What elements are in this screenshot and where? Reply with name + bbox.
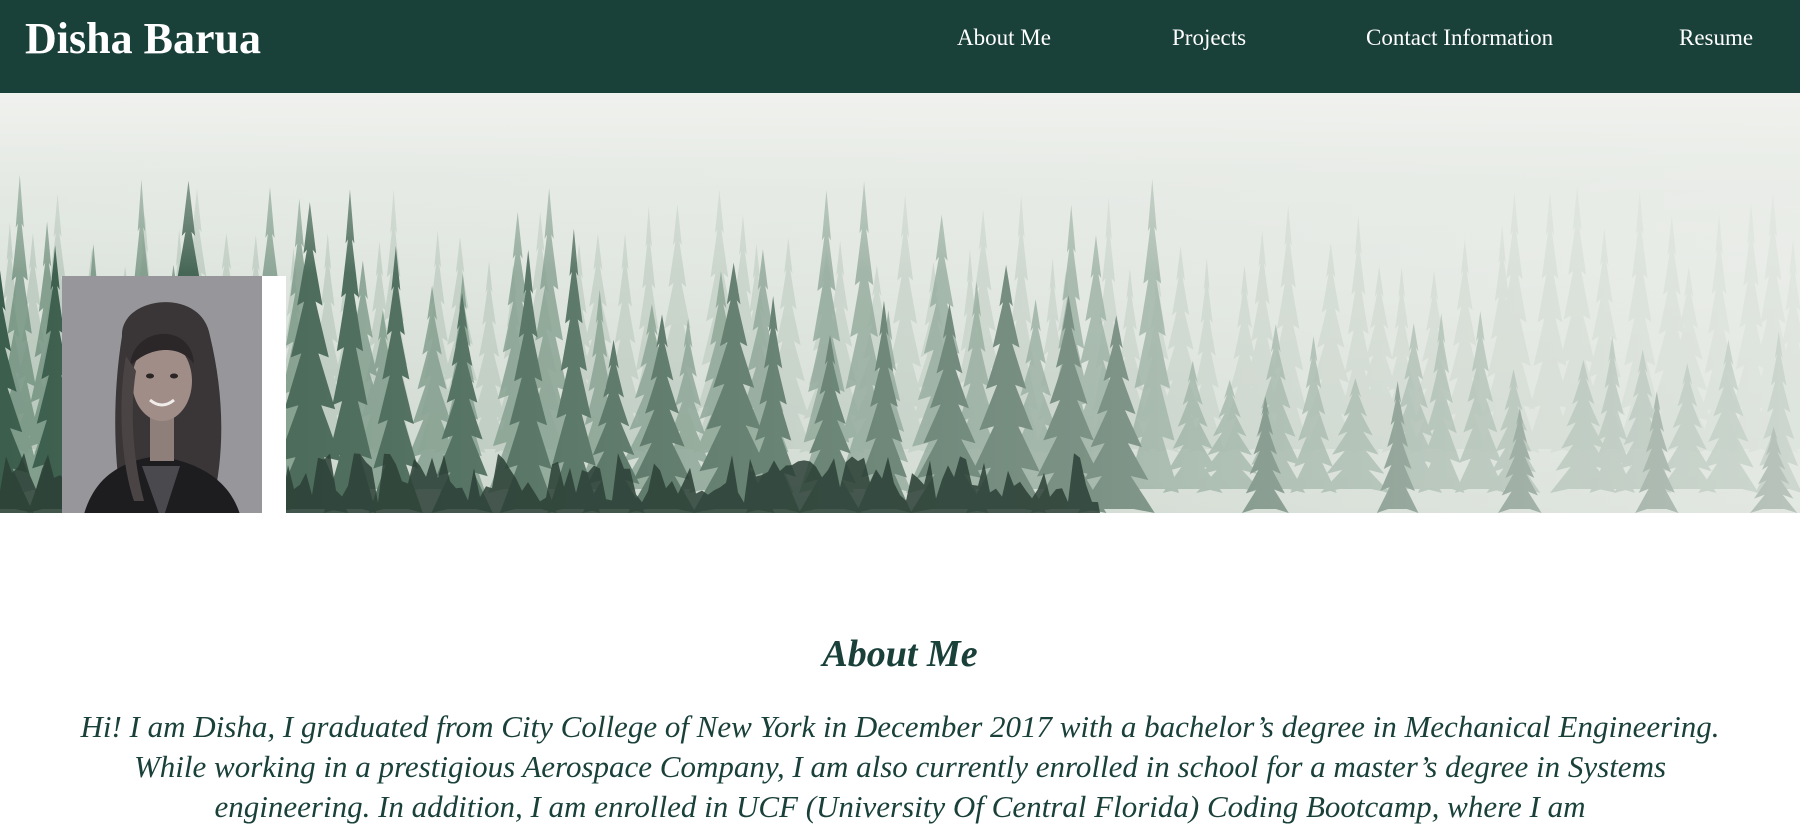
nav-about-me[interactable]: About Me [957, 24, 1051, 52]
top-navbar: Disha Barua About Me Projects Contact In… [0, 0, 1800, 93]
about-paragraph: Hi! I am Disha, I graduated from City Co… [80, 709, 1720, 824]
nav-projects[interactable]: Projects [1172, 24, 1246, 52]
profile-photo [62, 276, 262, 513]
nav-resume[interactable]: Resume [1679, 24, 1753, 52]
about-heading: About Me [822, 633, 978, 675]
hero-banner [0, 93, 1800, 513]
nav-contact-information[interactable]: Contact Information [1366, 24, 1553, 52]
profile-photo-frame [62, 276, 286, 513]
about-section: About Me Hi! I am Disha, I graduated fro… [0, 513, 1800, 830]
site-brand[interactable]: Disha Barua [25, 13, 261, 65]
